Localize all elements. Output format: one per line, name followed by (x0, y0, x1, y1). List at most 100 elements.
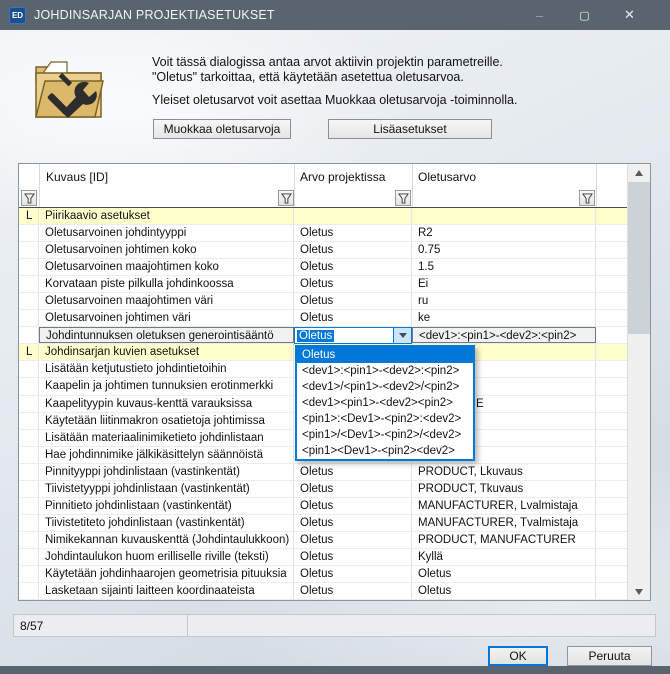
row-marker (19, 310, 39, 326)
table-row[interactable]: Johdintunnuksen oletuksen generointisään… (19, 327, 627, 344)
table-row[interactable]: Oletusarvoinen johdintyyppiOletusR2 (19, 225, 627, 242)
intro-line-2: "Oletus" tarkoittaa, että käytetään aset… (152, 70, 464, 84)
value-combobox[interactable]: Oletus (294, 327, 412, 344)
dropdown-item[interactable]: <dev1>/<pin1>-<dev2>/<pin2> (297, 379, 473, 395)
close-icon: ✕ (624, 7, 635, 23)
extra-cell (596, 242, 627, 258)
column-header-kuvaus[interactable]: Kuvaus [ID] (46, 164, 108, 189)
intro-line-3: Yleiset oletusarvot voit asettaa Muokkaa… (152, 93, 517, 107)
table-row[interactable]: Oletusarvoinen maajohtimen väriOletusru (19, 293, 627, 310)
dropdown-item[interactable]: <pin1>/<Dev1>-<pin2>/<dev2> (297, 427, 473, 443)
dropdown-item[interactable]: Oletus (297, 347, 473, 363)
filter-button-oletusarvo[interactable] (579, 190, 595, 206)
table-row[interactable]: Johdintaulukon huom erilliselle riville … (19, 549, 627, 566)
table-row[interactable]: Oletusarvoinen johtimen kokoOletus0.75 (19, 242, 627, 259)
table-row[interactable]: Oletusarvoinen johtimen väriOletuske (19, 310, 627, 327)
table-row[interactable]: Pinnityyppi johdinlistaan (vastinkentät)… (19, 464, 627, 481)
setting-label: Käytetään johdinhaarojen geometrisia pit… (39, 566, 294, 582)
ok-button[interactable]: OK (488, 646, 548, 666)
setting-label: Nimikekannan kuvauskenttä (Johdintaulukk… (39, 532, 294, 548)
default-value (412, 208, 596, 224)
group-header-row[interactable]: LPiirikaavio asetukset (19, 208, 627, 225)
table-row[interactable]: Käytetään johdinhaarojen geometrisia pit… (19, 566, 627, 583)
filter-button-arvo[interactable] (395, 190, 411, 206)
project-value: Oletus (294, 481, 412, 497)
table-row[interactable]: Korvataan piste pilkulla johdinkoossaOle… (19, 276, 627, 293)
project-value: Oletus (294, 310, 412, 326)
row-marker: L (19, 344, 39, 360)
setting-label: Oletusarvoinen maajohtimen väri (39, 293, 294, 309)
column-header-arvo[interactable]: Arvo projektissa (300, 164, 385, 189)
extra-cell (596, 327, 627, 343)
titlebar: ED JOHDINSARJAN PROJEKTIASETUKSET – ▢ ✕ (0, 0, 670, 30)
row-marker (19, 259, 39, 275)
minimize-button[interactable]: – (517, 0, 562, 30)
row-marker (19, 430, 39, 446)
dropdown-item[interactable]: <pin1><Dev1>-<pin2><dev2> (297, 443, 473, 459)
row-marker (19, 327, 39, 343)
combobox-dropdown-button[interactable] (393, 328, 411, 343)
vertical-scrollbar[interactable] (627, 164, 650, 600)
extra-cell (596, 208, 627, 224)
setting-label: Johdintunnuksen oletuksen generointisään… (39, 327, 294, 343)
extra-cell (596, 276, 627, 292)
table-row[interactable]: Lasketaan sijainti laitteen koordinaatei… (19, 583, 627, 600)
filter-button-marker[interactable] (21, 190, 37, 206)
funnel-icon (398, 193, 409, 204)
dropdown-item[interactable]: <dev1><pin1>-<dev2><pin2> (297, 395, 473, 411)
dropdown-item[interactable]: <pin1>:<Dev1>-<pin2>:<dev2> (297, 411, 473, 427)
table-row[interactable]: Tiivistetyyppi johdinlistaan (vastinkent… (19, 481, 627, 498)
project-value: Oletus (294, 259, 412, 275)
funnel-icon (582, 193, 593, 204)
row-marker (19, 242, 39, 258)
more-settings-button[interactable]: Lisäasetukset (328, 119, 492, 139)
column-header-oletusarvo[interactable]: Oletusarvo (418, 164, 476, 189)
setting-label: Oletusarvoinen johtimen koko (39, 242, 294, 258)
default-value: Kyllä (412, 549, 596, 565)
extra-cell (596, 225, 627, 241)
setting-label: Tiivistetyyppi johdinlistaan (vastinkent… (39, 481, 294, 497)
grid-header: Kuvaus [ID] Arvo projektissa Oletusarvo (19, 164, 627, 208)
setting-label: Johdinsarjan kuvien asetukset (39, 344, 294, 360)
scrollbar-thumb[interactable] (628, 182, 650, 334)
column-divider (412, 164, 413, 207)
status-bar: 8/57 (13, 614, 656, 637)
filter-button-kuvaus[interactable] (278, 190, 294, 206)
edit-defaults-button[interactable]: Muokkaa oletusarvoja (153, 119, 291, 139)
row-marker (19, 396, 39, 412)
row-marker (19, 481, 39, 497)
dropdown-item[interactable]: <dev1>:<pin1>-<dev2>:<pin2> (297, 363, 473, 379)
default-value: MANUFACTURER, Tvalmistaja (412, 515, 596, 531)
project-value: Oletus (294, 532, 412, 548)
close-button[interactable]: ✕ (607, 0, 652, 30)
extra-cell (596, 481, 627, 497)
setting-label: Piirikaavio asetukset (39, 208, 294, 224)
cancel-button[interactable]: Peruuta (567, 646, 652, 666)
extra-cell (596, 515, 627, 531)
extra-cell (596, 447, 627, 463)
setting-label: Pinnityyppi johdinlistaan (vastinkentät) (39, 464, 294, 480)
table-row[interactable]: Nimikekannan kuvauskenttä (Johdintaulukk… (19, 532, 627, 549)
table-row[interactable]: Oletusarvoinen maajohtimen kokoOletus1.5 (19, 259, 627, 276)
scroll-down-button[interactable] (628, 583, 650, 600)
row-marker (19, 498, 39, 514)
column-divider (294, 164, 295, 207)
table-row[interactable]: Tiivistetiteto johdinlistaan (vastinkent… (19, 515, 627, 532)
table-row[interactable]: Pinnitieto johdinlistaan (vastinkentät)O… (19, 498, 627, 515)
row-marker (19, 293, 39, 309)
default-value: Ei (412, 276, 596, 292)
extra-cell (596, 293, 627, 309)
maximize-button[interactable]: ▢ (562, 0, 607, 30)
scroll-up-button[interactable] (628, 164, 650, 181)
arrow-up-icon (635, 170, 643, 176)
combo-dropdown-list[interactable]: Oletus<dev1>:<pin1>-<dev2>:<pin2><dev1>/… (295, 345, 475, 461)
setting-label: Käytetään liitinmakron osatietoja johtim… (39, 413, 294, 429)
setting-label: Oletusarvoinen johtimen väri (39, 310, 294, 326)
default-value: R2 (412, 225, 596, 241)
status-bar-spacer (188, 615, 655, 636)
row-marker (19, 464, 39, 480)
row-marker (19, 532, 39, 548)
extra-cell (596, 378, 627, 394)
project-value: Oletus (294, 583, 412, 599)
extra-cell (596, 464, 627, 480)
